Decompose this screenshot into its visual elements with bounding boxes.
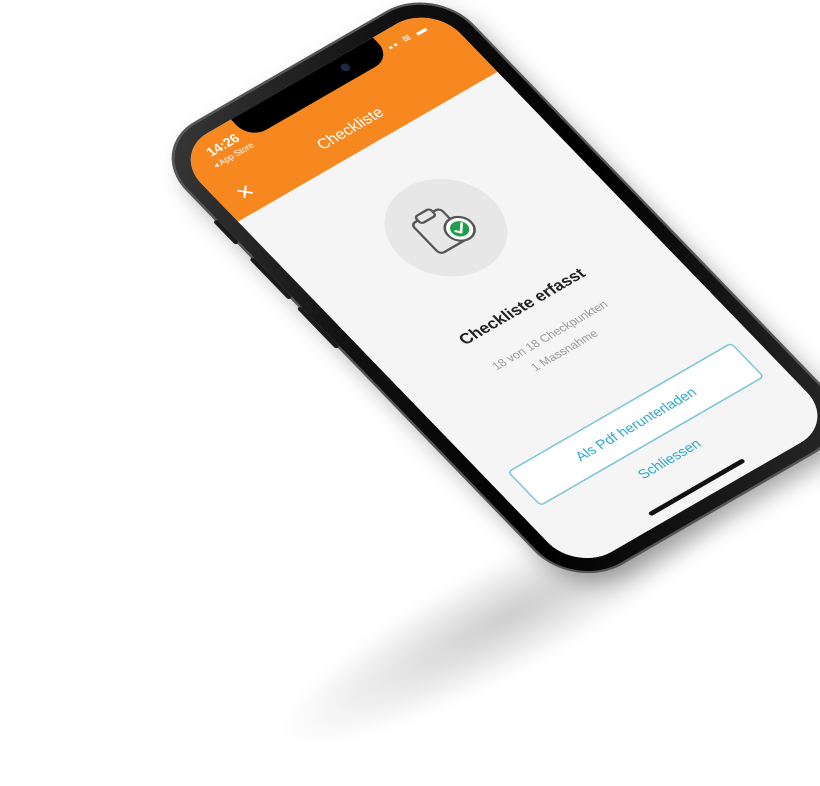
phone-device: 14:26 ◂ App Store ▪▪ ≋ ▬ ✕ Checkliste Ch… bbox=[150, 0, 820, 590]
status-icons: ▪▪ ≋ ▬ bbox=[384, 21, 431, 53]
clipboard-check-icon bbox=[412, 208, 476, 254]
checklist-complete-icon bbox=[359, 159, 533, 296]
